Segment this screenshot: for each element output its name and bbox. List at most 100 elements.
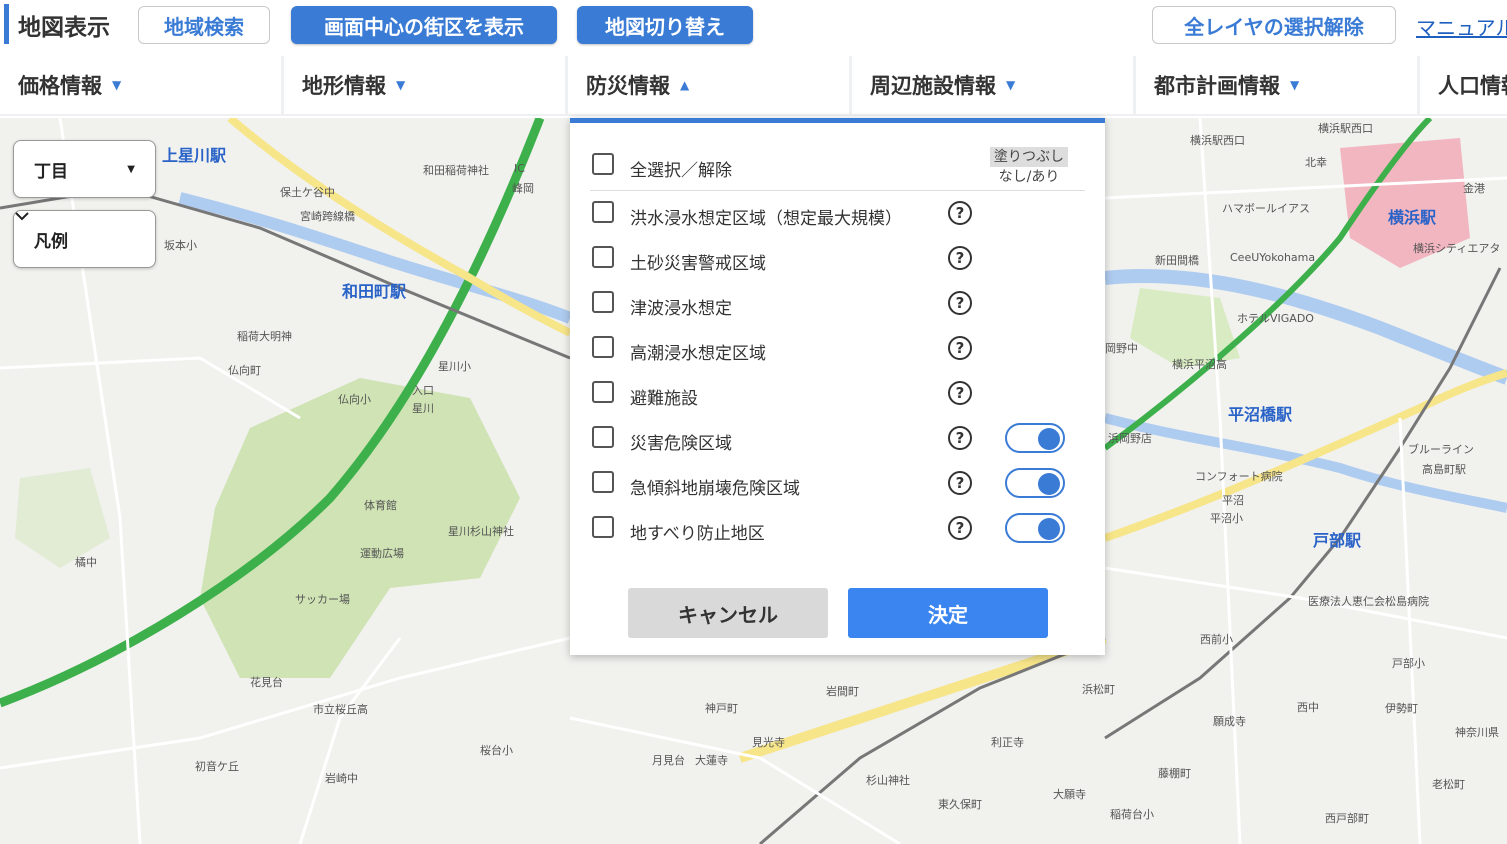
map-place-label: 西中 [1297,701,1319,714]
map-place-label: 体育館 [364,499,397,512]
help-icon[interactable]: ? [948,336,972,360]
layer-checkbox-tsunami[interactable] [592,291,614,313]
map-place-label: 横浜駅西口 [1190,134,1245,147]
page-title: 地図表示 [18,15,110,41]
map-place-label: 大願寺 [1053,788,1086,801]
fill-column-header: 塗りつぶし なし/あり [990,147,1068,187]
map-place-label: 保土ケ谷中 [280,186,335,199]
tab-price-info[interactable]: 価格情報 ▼ [0,56,281,114]
map-place-label: 岡野中 [1105,342,1138,355]
fill-toggle[interactable] [1005,423,1065,453]
fill-toggle[interactable] [1005,468,1065,498]
caret-down-icon: ▼ [396,78,406,92]
map-place-label: 月見台 [652,754,685,767]
map-place-label: 初音ケ丘 [195,760,239,773]
select-all-checkbox[interactable] [592,153,614,175]
caret-up-icon: ▲ [680,78,690,92]
map-place-label: 岩間町 [826,685,859,698]
map-place-label: 東久保町 [938,798,982,811]
map-place-label: 大蓮寺 [695,754,728,767]
category-tabs: 価格情報 ▼ 地形情報 ▼ 防災情報 ▲ 周辺施設情報 ▼ 都市計画情報 ▼ 人口情報 [0,56,1507,116]
map-place-label: 星川 [412,402,434,415]
map-place-label: 神戸町 [705,702,738,715]
layer-label: 避難施設 [630,389,698,409]
map-place-label: 市立桜丘高 [313,703,368,716]
caret-down-icon: ▼ [1290,78,1300,92]
map-place-label: 稲荷台小 [1110,808,1154,821]
map-place-label: 星川小 [438,360,471,373]
map-place-label: 平沼小 [1210,512,1243,525]
tab-label: 都市計画情報 [1154,74,1280,98]
tab-terrain-info[interactable]: 地形情報 ▼ [284,56,565,114]
park-area [15,468,110,568]
help-icon[interactable]: ? [948,291,972,315]
map-place-label: 橘中 [75,556,97,569]
map-place-label: 峰岡 [512,182,534,195]
map-place-label: 仏向町 [228,364,261,377]
layer-checkbox-flood[interactable] [592,201,614,223]
map-place-label: 宮崎跨線橋 [300,210,355,223]
tab-nearby-facilities[interactable]: 周辺施設情報 ▼ [852,56,1133,114]
map-place-label: 見光寺 [752,736,785,749]
layer-checkbox-disaster-hazard[interactable] [592,426,614,448]
map-place-label: 入口 [412,384,434,397]
map-place-label: CeeUYokohama [1230,251,1316,264]
map-place-label: 坂本小 [164,239,197,252]
map-station-label: 横浜駅 [1388,208,1437,227]
layer-checkbox-storm-surge[interactable] [592,336,614,358]
tab-label: 地形情報 [302,74,386,98]
map-place-label: ホテルVIGADO [1237,312,1314,325]
map-station-label: 戸部駅 [1313,531,1362,550]
map-place-label: 神奈川県 [1455,726,1499,739]
map-place-label: 仏向小 [338,393,371,406]
map-place-label: 和田稲荷神社 [423,164,489,177]
fill-header-bottom: なし/あり [998,169,1060,185]
layer-label: 洪水浸水想定区域（想定最大規模） [630,209,902,229]
deselect-all-layers-button[interactable]: 全レイヤの選択解除 [1152,6,1396,44]
map-place-label: 横浜平沼高 [1172,358,1227,371]
toggle-knob [1038,427,1060,450]
map-place-label: 願成寺 [1213,715,1246,728]
map-station-label: 和田町駅 [342,282,407,301]
help-icon[interactable]: ? [948,381,972,405]
map-place-label: ブルーライン [1408,443,1474,456]
fill-toggle[interactable] [1005,513,1065,543]
cancel-button[interactable]: キャンセル [628,588,828,638]
region-search-button[interactable]: 地域検索 [138,6,270,44]
layer-label: 地すべり防止地区 [630,524,765,544]
layer-checkbox-landslide-warning[interactable] [592,246,614,268]
map-place-label: 北幸 [1305,156,1327,169]
tab-disaster-info[interactable]: 防災情報 ▲ [568,56,849,114]
legend-dropdown[interactable]: 凡例 [13,210,156,268]
map-place-label: ハマボールイアス [1222,202,1310,215]
tab-city-planning[interactable]: 都市計画情報 ▼ [1136,56,1417,114]
layer-label: 急傾斜地崩壊危険区域 [630,479,800,499]
tab-population-info[interactable]: 人口情報 [1420,56,1507,114]
help-icon[interactable]: ? [948,516,972,540]
fill-header-top: 塗りつぶし [990,147,1068,167]
top-toolbar: 地図表示 地域検索 画面中心の街区を表示 地図切り替え 全レイヤの選択解除 マニ… [0,0,1507,52]
help-icon[interactable]: ? [948,471,972,495]
map-place-label: 戸部小 [1392,657,1425,670]
map-place-label: 横浜シティエアタ [1413,242,1501,255]
railway [759,636,1106,844]
help-icon[interactable]: ? [948,426,972,450]
map-place-label: 星川杉山神社 [448,525,514,538]
map-place-label: 浜松町 [1082,683,1115,696]
help-icon[interactable]: ? [948,246,972,270]
layer-checkbox-steep-slope[interactable] [592,471,614,493]
show-center-block-button[interactable]: 画面中心の街区を表示 [291,6,557,44]
tab-label: 人口情報 [1438,74,1507,98]
map-place-label: 医療法人恵仁会松島病院 [1308,595,1429,608]
help-icon[interactable]: ? [948,201,972,225]
layer-label: 高潮浸水想定区域 [630,344,766,364]
legend-label: 凡例 [34,231,68,252]
layer-checkbox-evacuation[interactable] [592,381,614,403]
manual-link[interactable]: マニュアル [1416,12,1507,41]
map-place-label: サッカー場 [295,593,350,606]
map-place-label: 桜台小 [480,744,513,757]
switch-map-button[interactable]: 地図切り替え [577,6,753,44]
layer-checkbox-landslide-prevention[interactable] [592,516,614,538]
chome-dropdown[interactable]: 丁目 ▼ [13,140,156,198]
ok-button[interactable]: 決定 [848,588,1048,638]
